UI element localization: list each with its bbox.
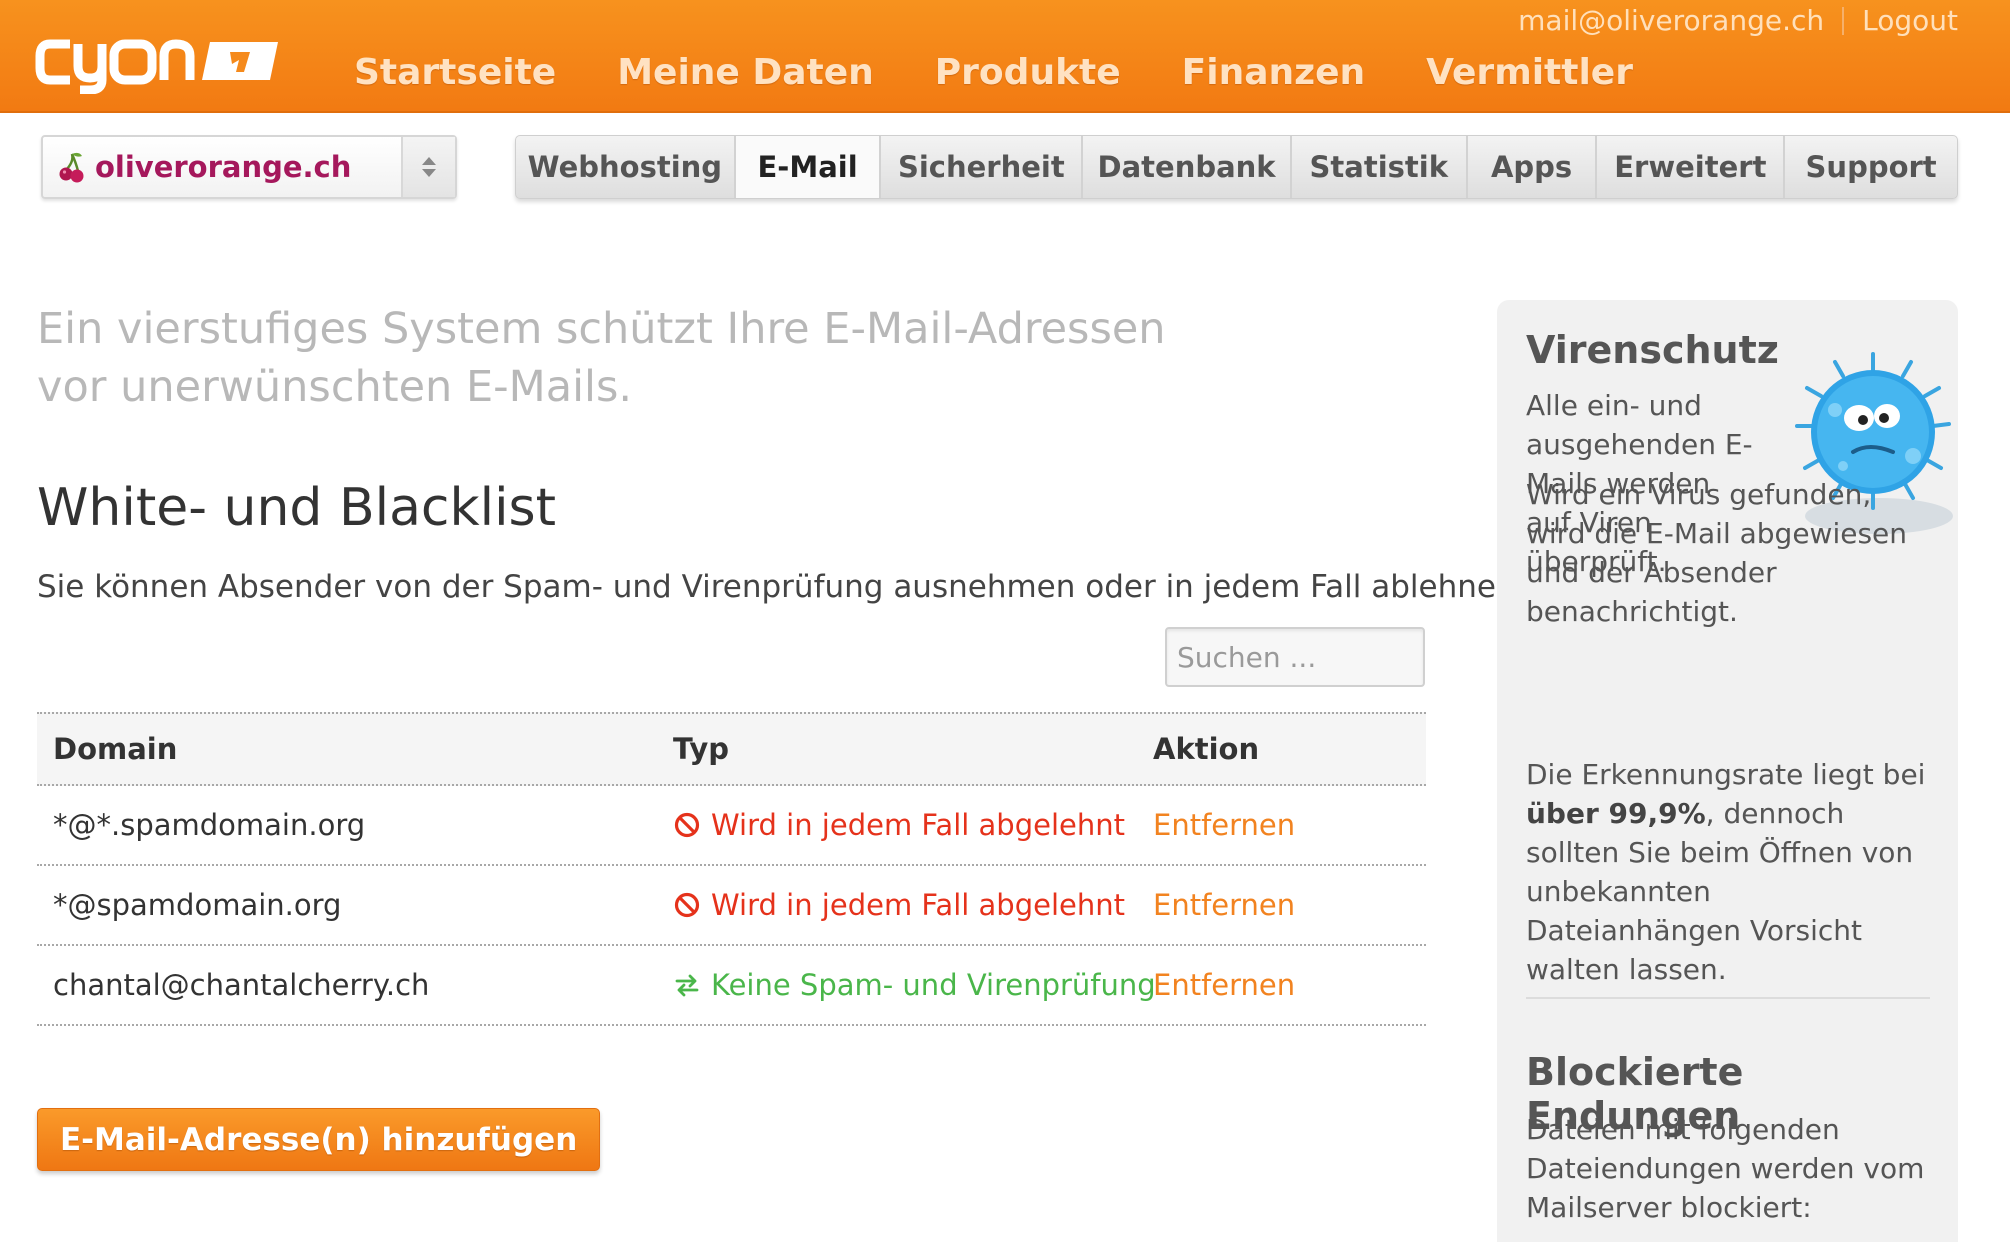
add-email-button[interactable]: E-Mail-Adresse(n) hinzufügen xyxy=(37,1108,601,1171)
cherry-icon xyxy=(59,152,84,183)
virus-protection-title: Virenschutz xyxy=(1526,328,1779,372)
tab-erweitert[interactable]: Erweitert xyxy=(1597,136,1786,198)
section-description: Sie können Absender von der Spam- und Vi… xyxy=(37,569,1526,605)
virus-text-3-pre: Die Erkennungsrate liegt bei xyxy=(1526,758,1926,791)
row-type: Wird in jedem Fall abgelehnt xyxy=(673,808,1125,842)
info-sidebar: Virenschutz Alle ein- und ausgehenden E-… xyxy=(1497,300,1958,1242)
table-row: *@spamdomain.org Wird in jedem Fall abge… xyxy=(37,866,1426,946)
whitelist-table: Domain Typ Aktion *@*.spamdomain.org Wir… xyxy=(37,712,1426,1026)
row-type-label: Wird in jedem Fall abgelehnt xyxy=(711,808,1125,842)
main-nav: Startseite Meine Daten Produkte Finanzen… xyxy=(354,52,1633,93)
search-input[interactable] xyxy=(1165,627,1425,687)
row-type: Wird in jedem Fall abgelehnt xyxy=(673,888,1125,922)
tab-sicherheit[interactable]: Sicherheit xyxy=(881,136,1084,198)
table-header: Domain Typ Aktion xyxy=(37,712,1426,786)
divider xyxy=(1842,6,1845,35)
tab-datenbank[interactable]: Datenbank xyxy=(1083,136,1292,198)
user-menu: mail@oliverorange.ch Logout xyxy=(1518,4,1958,37)
logout-link[interactable]: Logout xyxy=(1862,4,1958,37)
tab-email[interactable]: E-Mail xyxy=(735,136,882,198)
header-domain[interactable]: Domain xyxy=(53,732,177,766)
top-bar: mail@oliverorange.ch Logout Startseite M… xyxy=(0,0,2010,113)
blocked-extensions-text: Dateien mit folgenden Dateiendungen werd… xyxy=(1526,1113,1925,1224)
header-type[interactable]: Typ xyxy=(673,732,729,766)
tab-apps[interactable]: Apps xyxy=(1468,136,1598,198)
row-type-label: Wird in jedem Fall abgelehnt xyxy=(711,888,1125,922)
cyon-logo[interactable] xyxy=(34,28,280,94)
header-action: Aktion xyxy=(1153,732,1260,766)
row-type-label: Keine Spam- und Virenprüfung xyxy=(711,968,1156,1002)
nav-produkte[interactable]: Produkte xyxy=(935,52,1121,93)
tab-support[interactable]: Support xyxy=(1785,136,1957,198)
nav-startseite[interactable]: Startseite xyxy=(354,52,556,93)
block-icon xyxy=(674,812,700,838)
domain-select[interactable]: oliverorange.ch xyxy=(41,135,457,199)
table-row: *@*.spamdomain.org Wird in jedem Fall ab… xyxy=(37,786,1426,866)
intro-text: Ein vierstufiges System schützt Ihre E-M… xyxy=(37,304,1166,412)
domain-select-value: oliverorange.ch xyxy=(95,150,352,184)
remove-link[interactable]: Entfernen xyxy=(1153,888,1295,922)
row-domain: chantal@chantalcherry.ch xyxy=(53,968,430,1002)
nav-finanzen[interactable]: Finanzen xyxy=(1182,52,1365,93)
detection-rate: über 99,9% xyxy=(1526,797,1706,830)
tab-statistik[interactable]: Statistik xyxy=(1292,136,1468,198)
swap-arrows-icon xyxy=(675,974,699,997)
user-email-link[interactable]: mail@oliverorange.ch xyxy=(1518,4,1824,37)
virus-text-2: Wird ein Virus gefunden, wird die E-Mail… xyxy=(1526,478,1908,628)
row-domain: *@*.spamdomain.org xyxy=(53,808,366,842)
tab-webhosting[interactable]: Webhosting xyxy=(516,136,736,198)
virus-text-3: Die Erkennungsrate liegt bei über 99,9%,… xyxy=(1526,755,1926,989)
table-row: chantal@chantalcherry.ch Keine Spam- und… xyxy=(37,946,1426,1026)
remove-link[interactable]: Entfernen xyxy=(1153,968,1295,1002)
select-arrows-icon xyxy=(401,137,455,197)
row-type: Keine Spam- und Virenprüfung xyxy=(673,968,1156,1002)
remove-link[interactable]: Entfernen xyxy=(1153,808,1295,842)
block-icon xyxy=(674,892,700,918)
divider xyxy=(1526,997,1930,999)
section-title: White- und Blacklist xyxy=(37,478,557,538)
row-domain: *@spamdomain.org xyxy=(53,888,342,922)
nav-vermittler[interactable]: Vermittler xyxy=(1426,52,1633,93)
section-tabs: Webhosting E-Mail Sicherheit Datenbank S… xyxy=(515,135,1958,199)
nav-meine-daten[interactable]: Meine Daten xyxy=(617,52,874,93)
